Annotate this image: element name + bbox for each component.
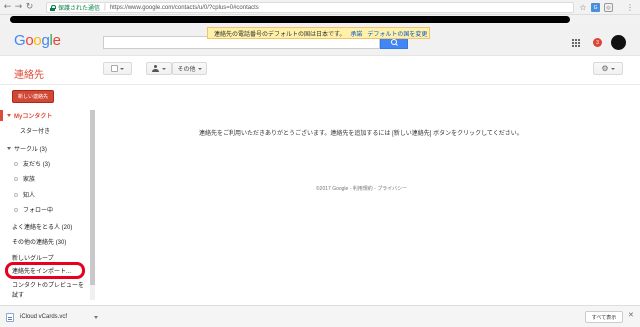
sidebar-item-label: 家族 [23, 177, 36, 183]
forward-icon[interactable]: → [13, 1, 24, 14]
extension-icon-2[interactable]: ◎ [604, 3, 613, 12]
bookmarks-bar [0, 15, 640, 24]
more-label: その他 [177, 67, 196, 73]
avatar[interactable] [611, 35, 626, 50]
circle-icon [14, 207, 18, 212]
sidebar-item-label: 試す [12, 293, 25, 299]
footer-terms-link[interactable]: 利用規約 [353, 186, 373, 192]
close-icon[interactable]: ✕ [628, 311, 634, 319]
sidebar-item-label: Myコンタクト [14, 114, 53, 120]
footer-copyright: ©2017 Google - [316, 186, 353, 192]
redaction-bar [10, 16, 570, 23]
sidebar-item-acquaintances[interactable]: 知人 [0, 189, 90, 200]
download-item[interactable]: iCloud vCards.vcf [6, 311, 102, 323]
person-add-icon [152, 65, 160, 72]
add-to-group-button[interactable] [146, 62, 172, 75]
url-field[interactable]: 保護された通信 | https://www.google.com/contact… [46, 2, 574, 13]
sidebar-item-most-contacted[interactable]: よく連絡をとる人 (20) [0, 221, 90, 232]
sidebar-item-label: 友だち (3) [23, 162, 51, 168]
sidebar-item-label: その他の連絡先 (30) [12, 240, 67, 246]
chevron-down-icon [197, 67, 202, 70]
url-text: https://www.google.com/contacts/u/0/?cpl… [109, 4, 259, 11]
search-icon [390, 39, 398, 46]
sidebar-item-label: サークル (3) [14, 147, 47, 153]
sidebar-item-friends[interactable]: 友だち (3) [0, 158, 90, 169]
sidebar-item-my-contacts[interactable]: Myコンタクト [0, 110, 90, 121]
back-icon[interactable]: ← [2, 1, 13, 14]
logo-letter: e [52, 32, 61, 49]
circle-icon [14, 192, 18, 197]
sidebar-item-label: 新しいグループ [12, 256, 54, 262]
google-logo[interactable]: Google [14, 32, 61, 49]
sidebar-scrollbar[interactable] [90, 110, 95, 300]
notice-change-link[interactable]: デフォルトの国を変更 [367, 29, 427, 38]
show-all-button[interactable]: すべて表示 [585, 311, 623, 323]
sidebar-item-circles[interactable]: サークル (3) [0, 143, 90, 154]
more-button[interactable]: その他 [172, 62, 207, 75]
sidebar-item-family[interactable]: 家族 [0, 173, 90, 184]
notice-text: 連絡先の電話番号のデフォルトの国は日本です。 [214, 31, 346, 38]
empty-state-message: 連絡先をご利用いただきありがとうございます。連絡先を追加するには [新しい連絡先… [199, 131, 523, 137]
sidebar-item-label: スター付き [20, 129, 51, 135]
scrollbar-thumb[interactable] [90, 110, 95, 285]
browser-menu-icon[interactable]: ⋮ [625, 2, 635, 12]
logo-letter: G [14, 32, 26, 49]
notification-badge[interactable]: 3 [593, 38, 602, 47]
sidebar-item-label: よく連絡をとる人 (20) [12, 225, 73, 231]
new-contact-button[interactable]: 新しい連絡先 [12, 90, 54, 103]
download-bar: iCloud vCards.vcf すべて表示 ✕ [0, 305, 640, 327]
checkbox-icon [111, 65, 118, 72]
circle-icon [14, 161, 18, 166]
sidebar-item-try-preview-line2[interactable]: 試す [0, 289, 90, 300]
sidebar-item-label: フォロー中 [23, 208, 54, 214]
secure-label: 保護された通信 [58, 6, 101, 12]
notice-accept-link[interactable]: 承諾 [350, 29, 362, 38]
vcard-file-icon [6, 312, 14, 322]
chevron-down-icon [610, 67, 615, 70]
gear-icon: ⚙ [601, 64, 609, 73]
footer-privacy-link[interactable]: プライバシー [377, 186, 407, 192]
chevron-down-icon [7, 114, 11, 117]
circle-icon [14, 176, 18, 181]
logo-letter: g [41, 32, 50, 49]
chevron-down-icon[interactable] [94, 316, 98, 319]
page-title[interactable]: 連絡先 [14, 66, 44, 81]
contacts-toolbar: 連絡先 その他 ⚙ [0, 56, 640, 85]
import-highlight-annotation [5, 262, 85, 279]
chevron-down-icon [120, 67, 124, 70]
sidebar-item-label: 知人 [23, 193, 36, 199]
star-icon[interactable]: ☆ [578, 2, 588, 12]
select-checkbox-button[interactable] [103, 62, 132, 75]
sidebar-item-starred[interactable]: スター付き [0, 125, 90, 136]
apps-grid-icon[interactable] [572, 39, 580, 47]
browser-address-bar: ← → ↻ 保護された通信 | https://www.google.com/c… [0, 0, 640, 15]
settings-button[interactable]: ⚙ [593, 62, 623, 75]
chevron-down-icon [162, 67, 166, 70]
extension-icon[interactable]: G [591, 3, 600, 12]
download-file-name: iCloud vCards.vcf [20, 314, 68, 320]
lock-icon [50, 4, 56, 11]
sidebar-item-label: コンタクトのプレビューを [12, 283, 85, 289]
country-notice: 連絡先の電話番号のデフォルトの国は日本です。 承諾 デフォルトの国を変更 [207, 27, 430, 39]
sidebar-item-following[interactable]: フォロー中 [0, 204, 90, 215]
reload-icon[interactable]: ↻ [24, 1, 35, 14]
sidebar-item-other-contacts[interactable]: その他の連絡先 (30) [0, 236, 90, 247]
url-separator: | [104, 4, 106, 11]
chevron-down-icon [7, 147, 11, 150]
page-footer: ©2017 Google - 利用規約 - プライバシー [316, 185, 407, 192]
